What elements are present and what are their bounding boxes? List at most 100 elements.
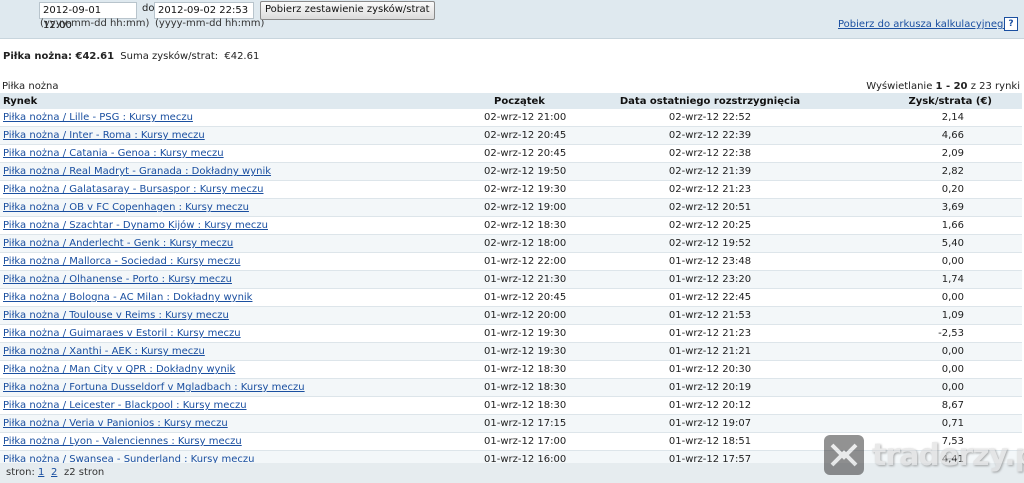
help-icon[interactable]: ?	[1004, 17, 1018, 31]
market-link[interactable]: Piłka nożna / Mallorca - Sociedad : Kurs…	[3, 256, 240, 267]
market-link[interactable]: Piłka nożna / Catania - Genoa : Kursy me…	[3, 148, 224, 159]
table-row: Piłka nożna / OB v FC Copenhagen : Kursy…	[0, 198, 1022, 217]
col-header-start[interactable]: Początek	[400, 93, 590, 109]
market-link[interactable]: Piłka nożna / OB v FC Copenhagen : Kursy…	[3, 202, 249, 213]
market-link[interactable]: Piłka nożna / Galatasaray - Bursaspor : …	[3, 184, 264, 195]
market-link[interactable]: Piłka nożna / Lyon - Valenciennes : Kurs…	[3, 436, 242, 447]
table-row: Piłka nożna / Inter - Roma : Kursy meczu…	[0, 126, 1022, 145]
date-to-format-hint: (yyyy-mm-dd hh:mm)	[155, 18, 265, 29]
market-link[interactable]: Piłka nożna / Veria v Panionios : Kursy …	[3, 418, 228, 429]
market-link[interactable]: Piłka nożna / Anderlecht - Genk : Kursy …	[3, 238, 233, 249]
markets-table-wrap: Rynek Początek Data ostatniego rozstrzyg…	[0, 93, 1024, 469]
cell-market: Piłka nożna / Lille - PSG : Kursy meczu	[0, 109, 400, 127]
cell-settled: 01-wrz-12 19:07	[590, 414, 830, 433]
page-link-2[interactable]: 2	[51, 467, 57, 478]
table-row: Piłka nożna / Real Madryt - Granada : Do…	[0, 162, 1022, 181]
market-link[interactable]: Piłka nożna / Inter - Roma : Kursy meczu	[3, 130, 205, 141]
cell-start: 01-wrz-12 19:30	[400, 342, 590, 361]
page-link-1[interactable]: 1	[38, 467, 44, 478]
get-report-button[interactable]: Pobierz zestawienie zysków/strat	[260, 1, 435, 20]
date-to-input[interactable]: 2012-09-02 22:53	[154, 2, 254, 19]
cell-start: 01-wrz-12 19:30	[400, 324, 590, 343]
table-row: Piłka nożna / Mallorca - Sociedad : Kurs…	[0, 252, 1022, 271]
cell-settled: 02-wrz-12 22:52	[590, 109, 830, 127]
export-spreadsheet-link[interactable]: Pobierz do arkusza kalkulacyjnego	[838, 19, 1009, 30]
cell-start: 02-wrz-12 18:30	[400, 216, 590, 235]
cell-settled: 01-wrz-12 20:12	[590, 396, 830, 415]
cell-start: 02-wrz-12 19:50	[400, 162, 590, 181]
table-header-row: Rynek Początek Data ostatniego rozstrzyg…	[0, 93, 1022, 109]
market-link[interactable]: Piłka nożna / Bologna - AC Milan : Dokła…	[3, 292, 252, 303]
cell-market: Piłka nożna / Olhanense - Porto : Kursy …	[0, 270, 400, 289]
cell-settled: 01-wrz-12 20:19	[590, 378, 830, 397]
cell-settled: 01-wrz-12 21:53	[590, 306, 830, 325]
display-suffix: z 23 rynki	[970, 81, 1020, 92]
col-header-settled[interactable]: Data ostatniego rozstrzygnięcia	[590, 93, 830, 109]
display-range-info: Wyświetlanie 1 - 20 z 23 rynki	[866, 81, 1020, 92]
section-title: Piłka nożna	[2, 81, 59, 92]
market-link[interactable]: Piłka nożna / Real Madryt - Granada : Do…	[3, 166, 271, 177]
table-row: Piłka nożna / Leicester - Blackpool : Ku…	[0, 396, 1022, 415]
market-link[interactable]: Piłka nożna / Lille - PSG : Kursy meczu	[3, 112, 193, 123]
cell-start: 01-wrz-12 22:00	[400, 252, 590, 271]
cell-profit: 2,09	[830, 144, 1022, 163]
cell-profit: 0,00	[830, 252, 1022, 271]
table-row: Piłka nożna / Catania - Genoa : Kursy me…	[0, 144, 1022, 163]
table-row: Piłka nożna / Szachtar - Dynamo Kijów : …	[0, 216, 1022, 235]
display-prefix: Wyświetlanie	[866, 81, 933, 92]
cell-market: Piłka nożna / Real Madryt - Granada : Do…	[0, 162, 400, 181]
cell-settled: 01-wrz-12 23:48	[590, 252, 830, 271]
cell-start: 02-wrz-12 18:00	[400, 234, 590, 253]
cell-profit: 0,20	[830, 180, 1022, 199]
market-link[interactable]: Piłka nożna / Toulouse v Reims : Kursy m…	[3, 310, 229, 321]
col-header-profit[interactable]: Zysk/strata (€)	[830, 93, 1022, 109]
cell-profit: 2,14	[830, 109, 1022, 127]
cell-profit: 3,69	[830, 198, 1022, 217]
cell-settled: 02-wrz-12 21:23	[590, 180, 830, 199]
cell-start: 02-wrz-12 21:00	[400, 109, 590, 127]
sport-total: Piłka nożna: €42.61	[3, 51, 115, 62]
cell-settled: 01-wrz-12 18:51	[590, 432, 830, 451]
market-link[interactable]: Piłka nożna / Guimaraes v Estoril : Kurs…	[3, 328, 241, 339]
cell-profit: 5,40	[830, 234, 1022, 253]
cell-market: Piłka nożna / Veria v Panionios : Kursy …	[0, 414, 400, 433]
cell-market: Piłka nożna / Szachtar - Dynamo Kijów : …	[0, 216, 400, 235]
cell-profit: 1,74	[830, 270, 1022, 289]
cell-market: Piłka nożna / Toulouse v Reims : Kursy m…	[0, 306, 400, 325]
date-from-input[interactable]: 2012-09-01 12:00	[39, 2, 137, 31]
cell-start: 01-wrz-12 21:30	[400, 270, 590, 289]
table-row: Piłka nożna / Bologna - AC Milan : Dokła…	[0, 288, 1022, 307]
watermark-logo-icon	[824, 435, 864, 475]
cell-settled: 01-wrz-12 23:20	[590, 270, 830, 289]
pages-total: z2 stron	[64, 467, 105, 478]
cell-start: 01-wrz-12 18:30	[400, 378, 590, 397]
table-row: Piłka nożna / Veria v Panionios : Kursy …	[0, 414, 1022, 433]
cell-start: 02-wrz-12 19:30	[400, 180, 590, 199]
cell-start: 01-wrz-12 18:30	[400, 360, 590, 379]
market-link[interactable]: Piłka nożna / Man City v QPR : Dokładny …	[3, 364, 235, 375]
filter-bar: 2012-09-01 12:00 do 2012-09-02 22:53 (yy…	[0, 0, 1024, 39]
cell-market: Piłka nożna / OB v FC Copenhagen : Kursy…	[0, 198, 400, 217]
cell-market: Piłka nożna / Galatasaray - Bursaspor : …	[0, 180, 400, 199]
market-link[interactable]: Piłka nożna / Fortuna Dusseldorf v Mglad…	[3, 382, 305, 393]
watermark: traderzy.pl	[820, 432, 1024, 480]
total-value: €42.61	[224, 51, 260, 62]
cell-settled: 01-wrz-12 20:30	[590, 360, 830, 379]
table-row: Piłka nożna / Xanthi - AEK : Kursy meczu…	[0, 342, 1022, 361]
cell-market: Piłka nożna / Guimaraes v Estoril : Kurs…	[0, 324, 400, 343]
cell-profit: 0,00	[830, 288, 1022, 307]
cell-start: 01-wrz-12 17:15	[400, 414, 590, 433]
cell-settled: 02-wrz-12 20:51	[590, 198, 830, 217]
cell-market: Piłka nożna / Leicester - Blackpool : Ku…	[0, 396, 400, 415]
date-from-format-hint: (yyyy-mm-dd hh:mm)	[40, 18, 150, 29]
market-link[interactable]: Piłka nożna / Xanthi - AEK : Kursy meczu	[3, 346, 205, 357]
col-header-market[interactable]: Rynek	[0, 93, 400, 109]
market-link[interactable]: Piłka nożna / Olhanense - Porto : Kursy …	[3, 274, 232, 285]
market-link[interactable]: Piłka nożna / Leicester - Blackpool : Ku…	[3, 400, 247, 411]
cell-start: 02-wrz-12 20:45	[400, 126, 590, 145]
cell-start: 01-wrz-12 18:30	[400, 396, 590, 415]
cell-settled: 01-wrz-12 21:21	[590, 342, 830, 361]
cell-profit: 2,82	[830, 162, 1022, 181]
market-link[interactable]: Piłka nożna / Szachtar - Dynamo Kijów : …	[3, 220, 268, 231]
table-row: Piłka nożna / Fortuna Dusseldorf v Mglad…	[0, 378, 1022, 397]
